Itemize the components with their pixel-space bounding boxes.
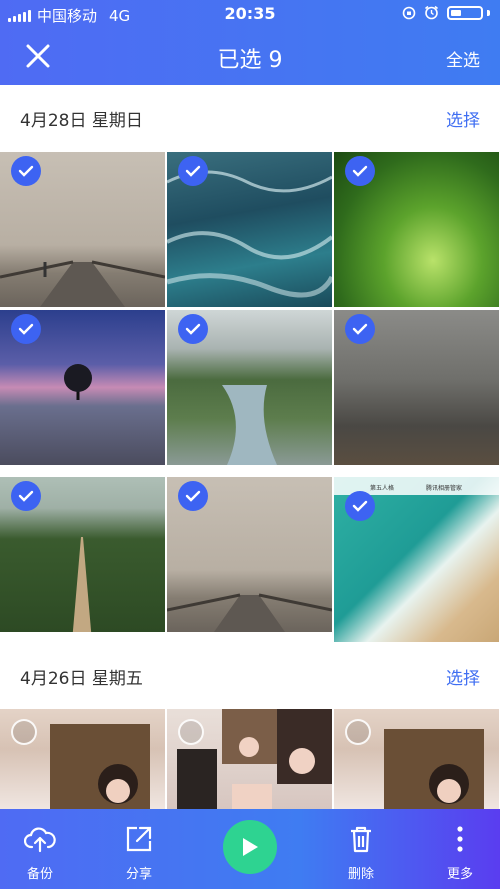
- backup-label: 备份: [26, 867, 53, 882]
- selected-check-icon[interactable]: [345, 314, 375, 344]
- photo-tile[interactable]: 第五人格 腾讯相册管家: [334, 477, 499, 642]
- app-label: 腾讯相册管家: [426, 485, 463, 492]
- selected-check-icon[interactable]: [11, 314, 41, 344]
- photo-tile[interactable]: [0, 152, 165, 307]
- selected-check-icon[interactable]: [345, 156, 375, 186]
- section-select-button[interactable]: 选择: [446, 664, 480, 689]
- rotation-lock-icon: [402, 6, 416, 19]
- selected-check-icon[interactable]: [178, 156, 208, 186]
- photo-grid: 第五人格 腾讯相册管家: [0, 152, 500, 642]
- selected-check-icon[interactable]: [178, 314, 208, 344]
- unselected-circle-icon[interactable]: [178, 719, 204, 745]
- page-title: 已选 9: [217, 48, 283, 73]
- alarm-icon: [425, 5, 438, 20]
- cloud-upload-icon: [24, 827, 56, 853]
- section-date: 4月28日 星期日: [20, 111, 143, 131]
- more-icon: [457, 826, 463, 852]
- delete-label: 删除: [347, 867, 374, 882]
- share-icon: [126, 826, 152, 852]
- section-select-button[interactable]: 选择: [446, 106, 480, 131]
- date-section-header: 4月28日 星期日 选择: [0, 85, 500, 151]
- app-label: 第五人格: [370, 485, 395, 492]
- bottom-toolbar: 备份 分享 删除 更多: [0, 809, 500, 889]
- more-button[interactable]: 更多: [420, 809, 500, 889]
- photo-tile[interactable]: [0, 310, 165, 465]
- unselected-circle-icon[interactable]: [345, 719, 371, 745]
- battery-icon: [447, 5, 483, 20]
- title-bar: 已选 9 全选: [0, 28, 500, 85]
- trash-icon: [351, 826, 371, 853]
- selected-check-icon[interactable]: [11, 481, 41, 511]
- photo-tile[interactable]: [0, 477, 165, 632]
- photo-tile[interactable]: [167, 152, 332, 307]
- header: 中国移动 4G 20:35 已选 9 全选: [0, 0, 500, 85]
- photo-grid: [0, 709, 500, 809]
- photo-tile[interactable]: [0, 709, 165, 809]
- section-date: 4月26日 星期五: [20, 669, 143, 689]
- selected-check-icon[interactable]: [345, 491, 375, 521]
- select-all-button[interactable]: 全选: [446, 46, 480, 71]
- play-icon: [243, 838, 258, 856]
- date-section-header: 4月26日 星期五 选择: [0, 642, 500, 709]
- photo-tile[interactable]: [167, 709, 332, 809]
- photo-tile[interactable]: [334, 152, 499, 307]
- photo-tile[interactable]: [167, 477, 332, 632]
- more-label: 更多: [446, 867, 473, 882]
- share-button[interactable]: 分享: [99, 809, 179, 889]
- play-button[interactable]: [223, 820, 277, 874]
- backup-button[interactable]: 备份: [0, 809, 80, 889]
- share-label: 分享: [125, 867, 152, 882]
- photo-tile[interactable]: [167, 310, 332, 465]
- delete-button[interactable]: 删除: [321, 809, 401, 889]
- unselected-circle-icon[interactable]: [11, 719, 37, 745]
- selected-check-icon[interactable]: [11, 156, 41, 186]
- status-bar: 中国移动 4G 20:35: [0, 0, 500, 28]
- photo-tile[interactable]: [334, 709, 499, 809]
- photo-tile[interactable]: [334, 310, 499, 465]
- selected-check-icon[interactable]: [178, 481, 208, 511]
